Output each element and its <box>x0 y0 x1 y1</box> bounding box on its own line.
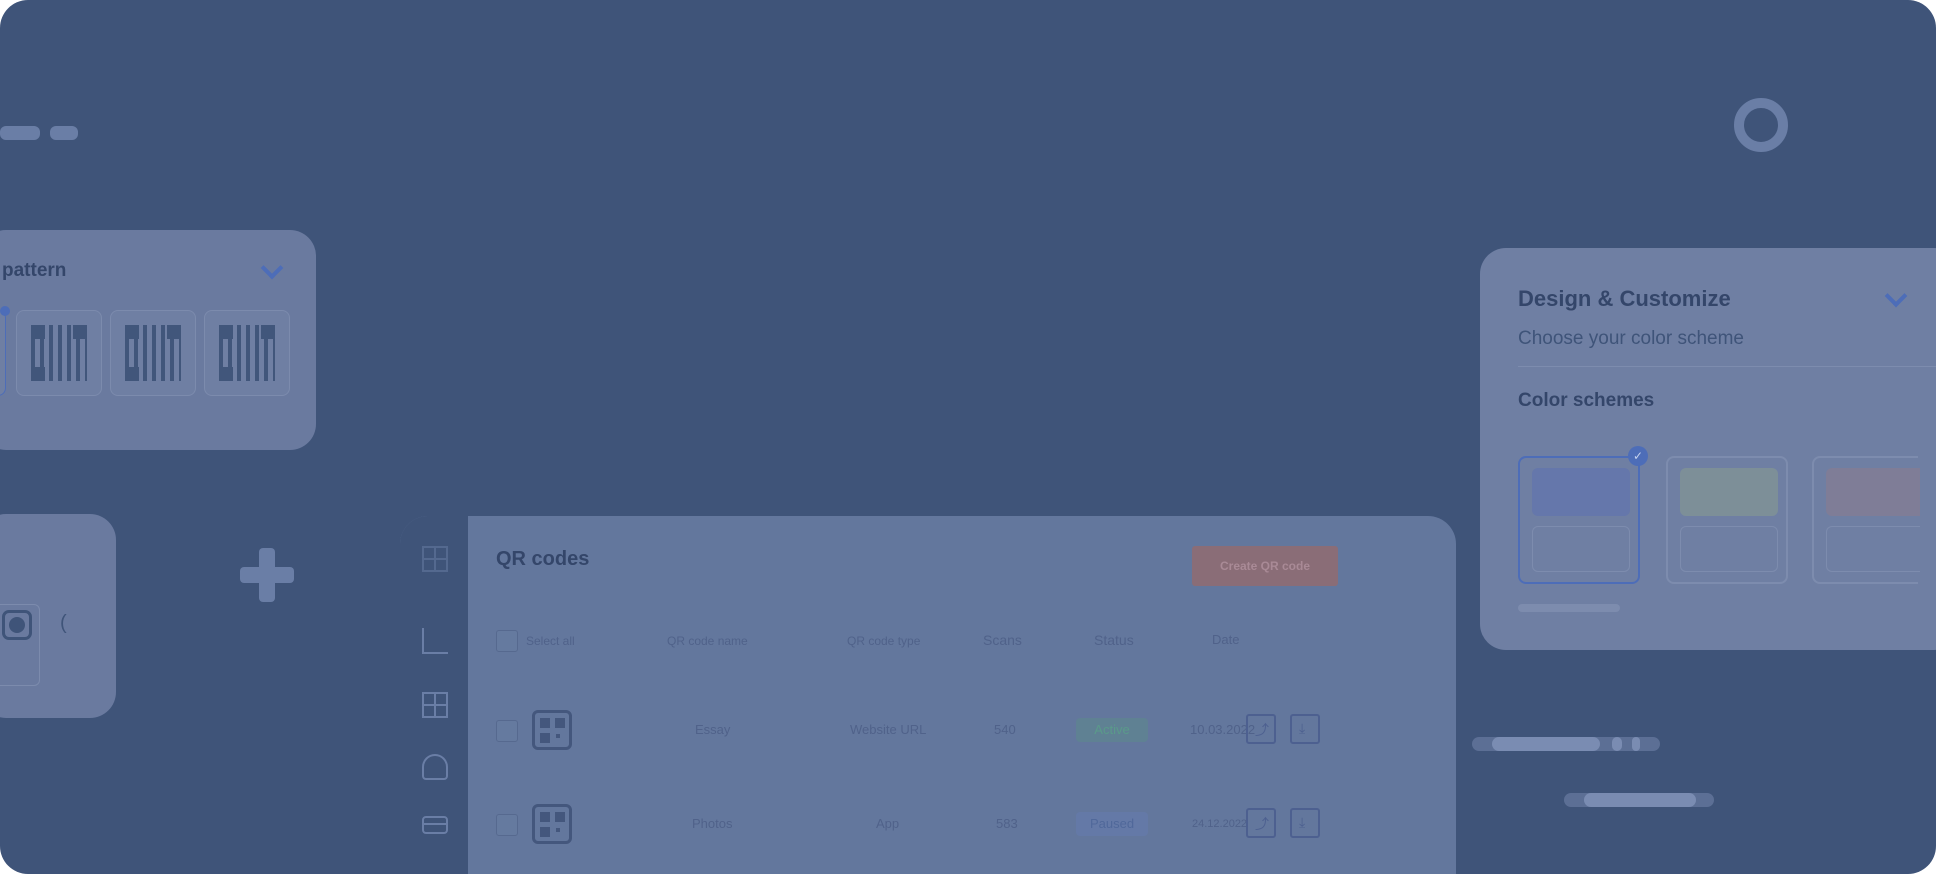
qr-code-icon[interactable] <box>422 692 448 718</box>
download-button[interactable]: ⤓ <box>1290 808 1320 838</box>
design-customize-card: Design & Customize Choose your color sch… <box>1480 248 1936 650</box>
color-scheme-option[interactable] <box>1812 456 1920 584</box>
chevron-down-icon[interactable] <box>260 256 284 280</box>
scheme-swatch-secondary <box>1826 526 1920 572</box>
qr-code-icon <box>532 710 572 750</box>
row-name: Photos <box>692 816 733 831</box>
header-date: Date <box>1212 632 1240 647</box>
color-scheme-option[interactable] <box>1666 456 1788 584</box>
header-select-all[interactable]: Select all <box>526 634 575 648</box>
scheme-label-placeholder <box>1518 604 1620 612</box>
divider <box>1518 366 1936 367</box>
row-type: Website URL <box>850 722 927 737</box>
pattern-option[interactable] <box>16 310 102 396</box>
pattern-option[interactable] <box>110 310 196 396</box>
row-scans: 540 <box>994 722 1016 737</box>
share-button[interactable]: ⤴ <box>1246 714 1276 744</box>
billing-icon[interactable] <box>422 816 448 834</box>
qr-pattern-icon <box>219 325 275 381</box>
status-badge: Paused <box>1076 812 1148 836</box>
row-date: 24.12.2022 <box>1192 818 1248 830</box>
share-icon: ⤴ <box>1255 816 1269 832</box>
instagram-icon <box>2 610 32 640</box>
pattern-option[interactable] <box>204 310 290 396</box>
sidebar <box>400 516 468 874</box>
user-icon[interactable] <box>422 754 448 780</box>
header-type: QR code type <box>847 634 921 648</box>
share-button[interactable]: ⤴ <box>1246 808 1276 838</box>
check-icon: ✓ <box>1628 446 1648 466</box>
slider-handle[interactable] <box>1612 737 1622 751</box>
scheme-swatch <box>1680 468 1778 516</box>
scheme-swatch-secondary <box>1532 526 1630 572</box>
row-name: Essay <box>695 722 731 737</box>
slider-fill <box>1492 737 1600 751</box>
social-option-partial: ( <box>60 612 67 634</box>
qr-pattern-icon <box>31 325 87 381</box>
social-card: ( <box>0 514 116 718</box>
status-badge: Active <box>1076 718 1148 742</box>
decor-pill <box>50 126 78 140</box>
chevron-down-icon[interactable] <box>1884 284 1908 308</box>
pattern-card-title: pattern <box>2 260 67 281</box>
download-icon: ⤓ <box>1299 814 1306 830</box>
dashboard-icon[interactable] <box>422 546 448 572</box>
scheme-swatch-secondary <box>1680 526 1778 572</box>
design-card-title: Design & Customize <box>1518 286 1731 311</box>
download-button[interactable]: ⤓ <box>1290 714 1320 744</box>
qr-dashboard: QR codes Create QR code Select all QR co… <box>400 516 1456 874</box>
selected-check-icon <box>0 306 10 316</box>
header-status: Status <box>1094 632 1134 648</box>
plus-icon-vertical <box>259 548 275 602</box>
design-card-subtitle: Choose your color scheme <box>1518 328 1744 349</box>
page-title: QR codes <box>496 548 590 570</box>
qr-code-icon <box>532 804 572 844</box>
slider-handle[interactable] <box>1632 737 1640 751</box>
pattern-card: pattern <box>0 230 316 450</box>
slider-fill <box>1584 793 1696 807</box>
select-all-checkbox[interactable] <box>496 630 518 652</box>
row-scans: 583 <box>996 816 1018 831</box>
color-scheme-option[interactable] <box>1518 456 1640 584</box>
create-qr-code-button[interactable]: Create QR code <box>1192 546 1338 586</box>
download-icon: ⤓ <box>1299 720 1306 736</box>
row-type: App <box>876 816 900 831</box>
color-schemes-title: Color schemes <box>1518 390 1655 411</box>
decor-pill <box>0 126 40 140</box>
qr-pattern-icon <box>125 325 181 381</box>
scheme-swatch <box>1532 468 1630 516</box>
pattern-option[interactable] <box>0 310 6 396</box>
decor-ring <box>1734 98 1788 152</box>
share-icon: ⤴ <box>1255 722 1269 738</box>
header-scans: Scans <box>983 632 1022 648</box>
row-checkbox[interactable] <box>496 720 518 742</box>
header-name: QR code name <box>667 634 748 648</box>
illustration-canvas: pattern ( QR codes Create QR code Select… <box>0 0 1936 874</box>
analytics-icon[interactable] <box>422 628 448 654</box>
row-checkbox[interactable] <box>496 814 518 836</box>
scheme-swatch <box>1826 468 1920 516</box>
